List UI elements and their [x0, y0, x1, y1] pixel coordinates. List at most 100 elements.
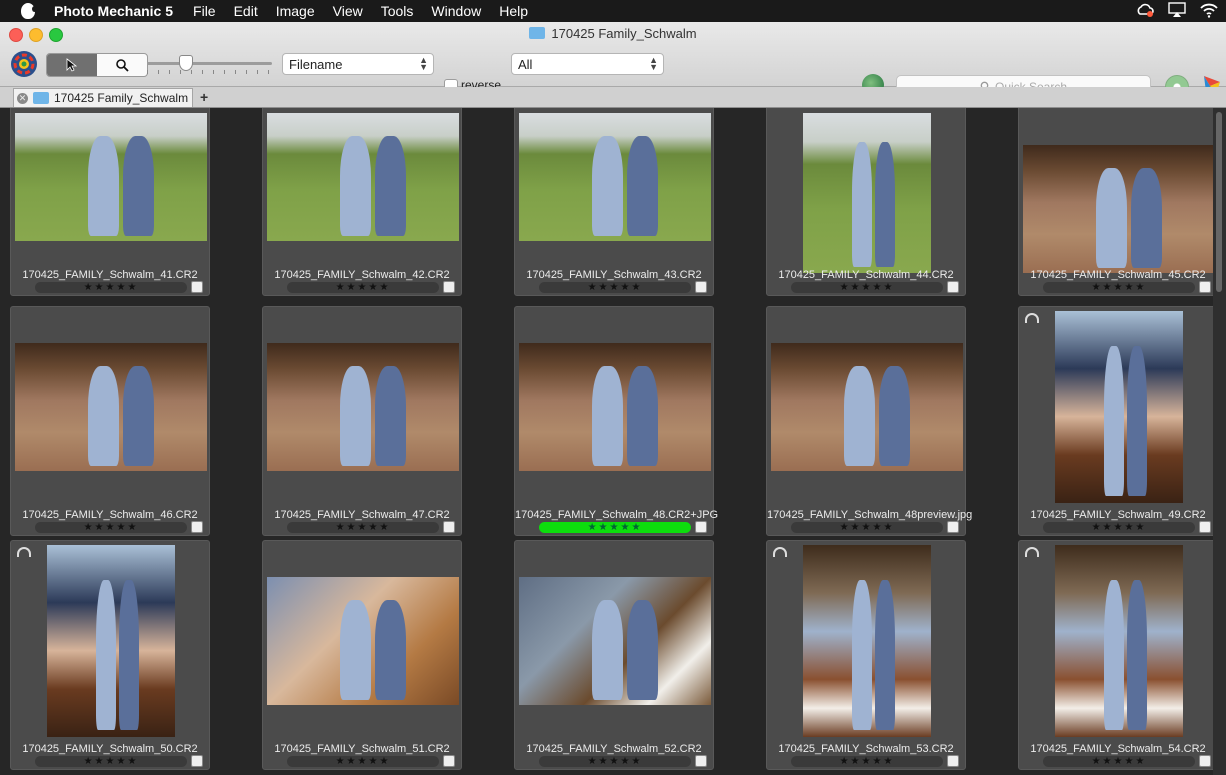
thumbnail-image[interactable] — [519, 577, 711, 705]
thumbnail-cell[interactable]: 170425_FAMILY_Schwalm_44.CR2 ★★★★★ — [766, 108, 966, 296]
tag-checkbox[interactable] — [191, 755, 203, 767]
tag-checkbox[interactable] — [443, 755, 455, 767]
sort-by-popup[interactable]: Filename ▲ ▼ — [282, 53, 434, 75]
menu-view[interactable]: View — [333, 3, 363, 19]
thumbnail-image[interactable] — [1055, 311, 1183, 503]
tab-label: 170425 Family_Schwalm — [54, 91, 189, 105]
tag-checkbox[interactable] — [695, 755, 707, 767]
star-rating[interactable]: ★★★★★ — [1043, 522, 1195, 533]
photo-subject — [875, 142, 895, 267]
thumbnail-image[interactable] — [267, 343, 459, 471]
tag-checkbox[interactable] — [947, 281, 959, 293]
photo-subject — [119, 580, 139, 730]
thumbnail-image[interactable] — [1055, 545, 1183, 737]
thumbnail-cell[interactable]: 170425_FAMILY_Schwalm_52.CR2 ★★★★★ — [514, 540, 714, 770]
thumbnail-cell[interactable]: 170425_FAMILY_Schwalm_53.CR2 ★★★★★ — [766, 540, 966, 770]
rotate-icon[interactable] — [773, 547, 787, 557]
star-rating[interactable]: ★★★★★ — [35, 756, 187, 767]
thumbnail-image[interactable] — [15, 343, 207, 471]
thumbnail-image[interactable] — [803, 545, 931, 737]
menu-edit[interactable]: Edit — [234, 3, 258, 19]
thumbnail-cell[interactable]: 170425_FAMILY_Schwalm_50.CR2 ★★★★★ — [10, 540, 210, 770]
star-rating[interactable]: ★★★★★ — [539, 522, 691, 533]
thumbnail-cell[interactable]: 170425_FAMILY_Schwalm_42.CR2 ★★★★★ — [262, 108, 462, 296]
menu-window[interactable]: Window — [431, 3, 481, 19]
thumbnail-image[interactable] — [15, 113, 207, 241]
grid-scrollbar[interactable] — [1213, 108, 1226, 775]
thumbnail-image[interactable] — [519, 113, 711, 241]
scrollbar-thumb[interactable] — [1216, 112, 1222, 292]
tag-checkbox[interactable] — [1199, 281, 1211, 293]
thumbnail-image[interactable] — [267, 113, 459, 241]
tool-mode-segmented-control — [46, 53, 148, 77]
photo-subject — [96, 580, 116, 730]
thumbnail-cell[interactable]: 170425_FAMILY_Schwalm_49.CR2 ★★★★★ — [1018, 306, 1218, 536]
star-rating[interactable]: ★★★★★ — [539, 282, 691, 293]
menu-tools[interactable]: Tools — [381, 3, 414, 19]
tag-checkbox[interactable] — [1199, 755, 1211, 767]
thumbnail-cell[interactable]: 170425_FAMILY_Schwalm_45.CR2 ★★★★★ — [1018, 108, 1218, 296]
menu-help[interactable]: Help — [499, 3, 528, 19]
star-rating[interactable]: ★★★★★ — [791, 282, 943, 293]
creative-cloud-icon[interactable] — [1136, 2, 1154, 18]
add-tab-button[interactable]: + — [200, 89, 208, 105]
photo-subject — [852, 142, 872, 267]
thumbnail-image[interactable] — [47, 545, 175, 737]
tag-checkbox[interactable] — [191, 521, 203, 533]
thumbnail-image[interactable] — [1023, 145, 1215, 273]
star-rating[interactable]: ★★★★★ — [35, 522, 187, 533]
tag-checkbox[interactable] — [695, 281, 707, 293]
star-rating[interactable]: ★★★★★ — [791, 522, 943, 533]
tag-checkbox[interactable] — [443, 521, 455, 533]
close-tab-icon[interactable]: ✕ — [17, 93, 28, 104]
thumbnail-cell[interactable]: 170425_FAMILY_Schwalm_48.CR2+JPG ★★★★★ — [514, 306, 719, 536]
airplay-icon[interactable] — [1168, 2, 1186, 18]
menu-file[interactable]: File — [193, 3, 216, 19]
photo-subject — [123, 366, 154, 466]
rotate-icon[interactable] — [1025, 313, 1039, 323]
thumbnail-cell[interactable]: 170425_FAMILY_Schwalm_51.CR2 ★★★★★ — [262, 540, 462, 770]
star-rating[interactable]: ★★★★★ — [35, 282, 187, 293]
star-rating[interactable]: ★★★★★ — [287, 522, 439, 533]
photo-subject — [627, 366, 658, 466]
thumbnail-cell[interactable]: 170425_FAMILY_Schwalm_46.CR2 ★★★★★ — [10, 306, 210, 536]
tag-checkbox[interactable] — [947, 755, 959, 767]
apple-menu-icon[interactable] — [21, 3, 37, 19]
thumbnail-filename: 170425_FAMILY_Schwalm_48.CR2+JPG — [515, 509, 719, 521]
thumbnail-cell[interactable]: 170425_FAMILY_Schwalm_48preview.jpg ★★★★★ — [766, 306, 972, 536]
thumbnail-image[interactable] — [771, 343, 963, 471]
photo-subject — [1096, 168, 1127, 268]
menu-app-name[interactable]: Photo Mechanic 5 — [54, 3, 173, 19]
photo-subject — [627, 600, 658, 700]
thumbnail-cell[interactable]: 170425_FAMILY_Schwalm_43.CR2 ★★★★★ — [514, 108, 714, 296]
star-rating[interactable]: ★★★★★ — [539, 756, 691, 767]
star-rating[interactable]: ★★★★★ — [287, 756, 439, 767]
filter-popup[interactable]: All ▲ ▼ — [511, 53, 664, 75]
thumbnail-cell[interactable]: 170425_FAMILY_Schwalm_41.CR2 ★★★★★ — [10, 108, 210, 296]
tag-checkbox[interactable] — [191, 281, 203, 293]
tab-contact-sheet[interactable]: ✕ 170425 Family_Schwalm — [13, 88, 193, 107]
tag-checkbox[interactable] — [1199, 521, 1211, 533]
photo-subject — [88, 136, 119, 236]
thumbnail-image[interactable] — [803, 113, 931, 273]
magnify-tool-button[interactable] — [97, 54, 147, 76]
wifi-icon[interactable] — [1200, 2, 1218, 18]
rotate-icon[interactable] — [1025, 547, 1039, 557]
star-rating[interactable]: ★★★★★ — [1043, 756, 1195, 767]
tag-checkbox[interactable] — [695, 521, 707, 533]
star-rating[interactable]: ★★★★★ — [1043, 282, 1195, 293]
star-rating[interactable]: ★★★★★ — [791, 756, 943, 767]
slider-knob[interactable] — [179, 55, 193, 71]
photo-mechanic-logo-icon[interactable] — [9, 49, 39, 79]
star-rating[interactable]: ★★★★★ — [287, 282, 439, 293]
tag-checkbox[interactable] — [443, 281, 455, 293]
rotate-icon[interactable] — [17, 547, 31, 557]
pointer-tool-button[interactable] — [47, 54, 97, 76]
menu-image[interactable]: Image — [276, 3, 315, 19]
tag-checkbox[interactable] — [947, 521, 959, 533]
thumbnail-size-slider[interactable] — [147, 55, 272, 74]
thumbnail-image[interactable] — [267, 577, 459, 705]
thumbnail-cell[interactable]: 170425_FAMILY_Schwalm_54.CR2 ★★★★★ — [1018, 540, 1218, 770]
thumbnail-image[interactable] — [519, 343, 711, 471]
thumbnail-cell[interactable]: 170425_FAMILY_Schwalm_47.CR2 ★★★★★ — [262, 306, 462, 536]
